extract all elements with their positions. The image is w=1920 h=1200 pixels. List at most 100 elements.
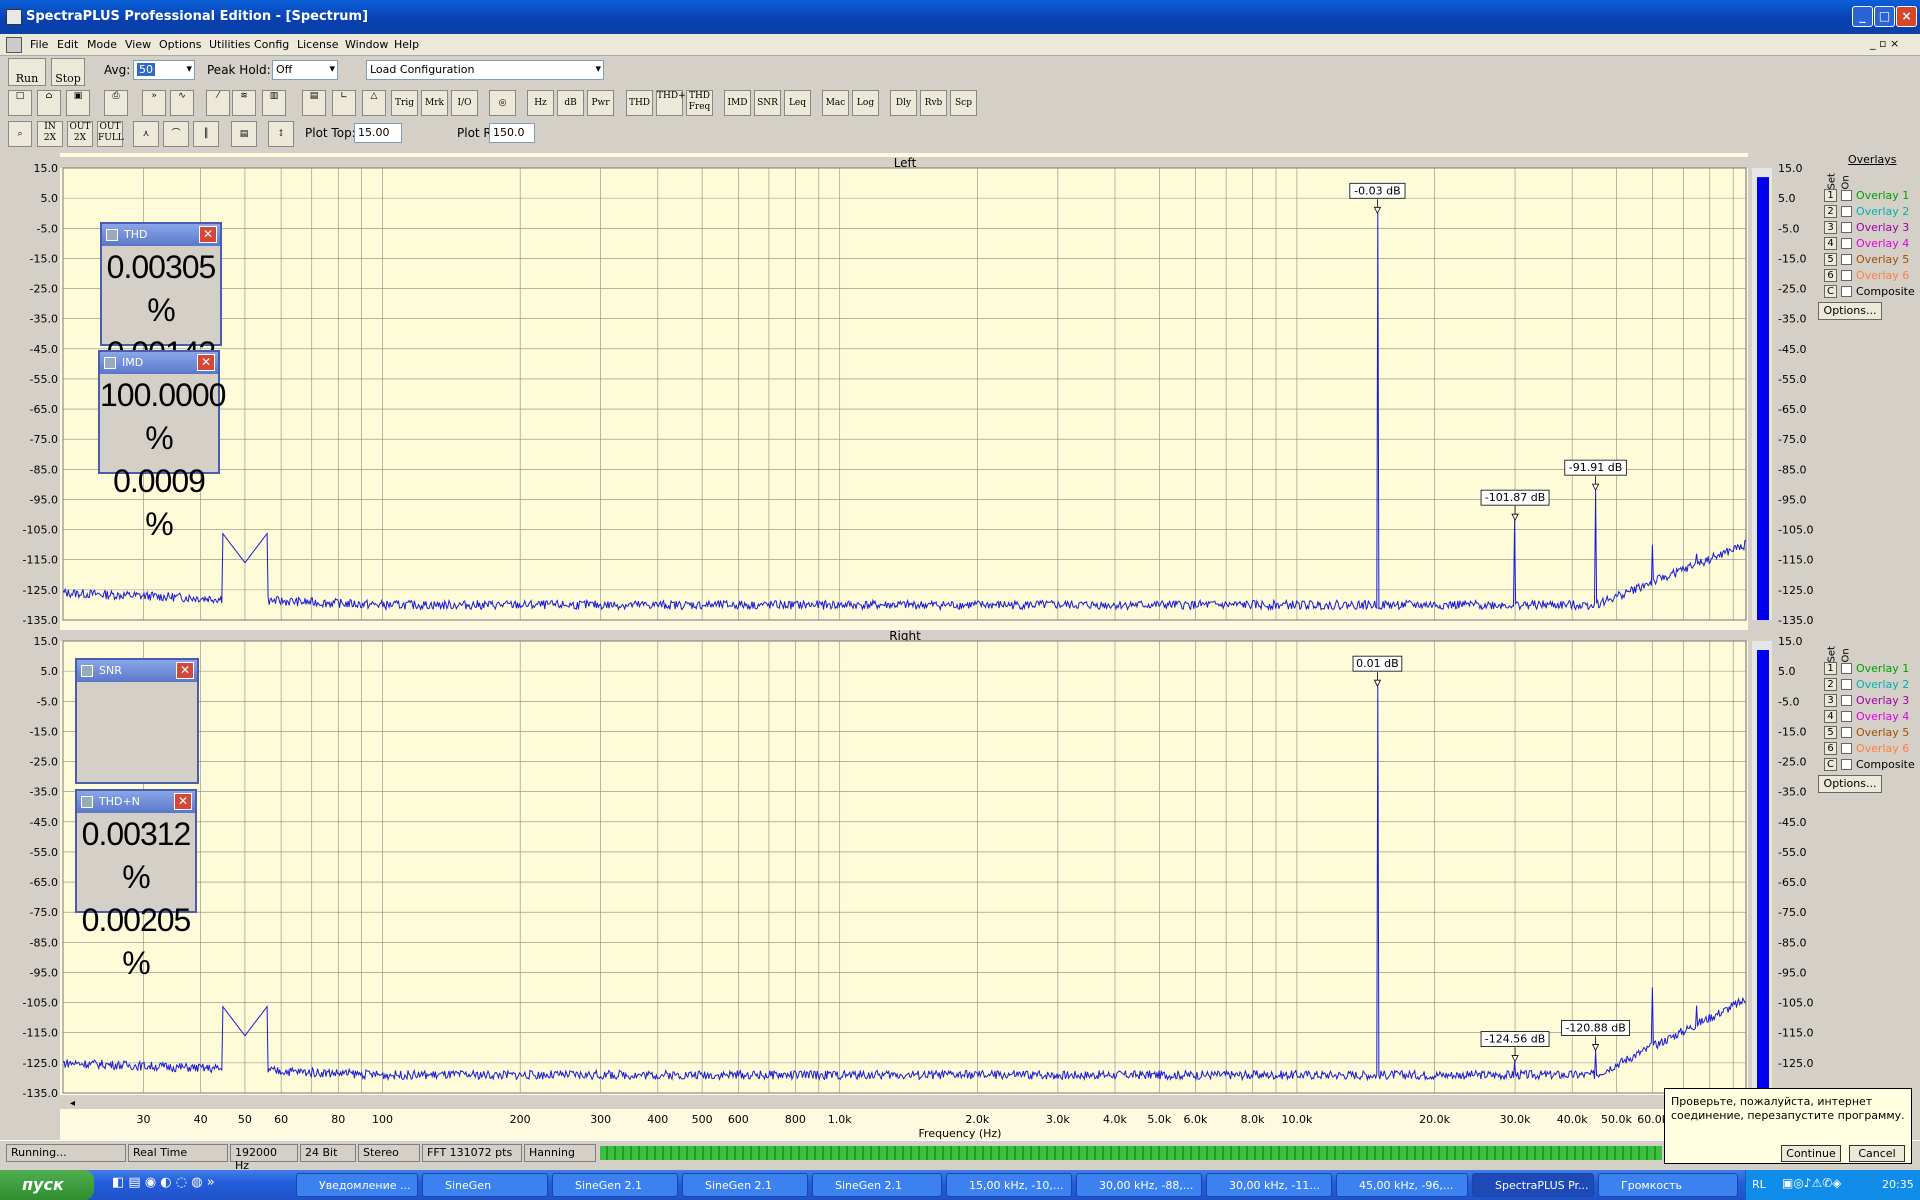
overlay-checkbox[interactable]	[1841, 238, 1852, 249]
log-button[interactable]: Log	[852, 90, 879, 116]
forward-icon[interactable]: »	[142, 90, 166, 116]
overlay-checkbox[interactable]	[1841, 759, 1852, 770]
overlay-set-button[interactable]: C	[1824, 758, 1837, 771]
taskbar-item[interactable]: 30,00 kHz, -11...	[1206, 1173, 1332, 1197]
taskbar-item[interactable]: Уведомление ...	[296, 1173, 418, 1197]
overlay-row[interactable]: 5 Overlay 5	[1824, 253, 1920, 269]
save-icon[interactable]: ▣	[66, 90, 90, 116]
stop-button[interactable]: Stop	[51, 58, 85, 86]
plot-top-input[interactable]: 15.00	[354, 123, 402, 143]
maximize-button[interactable]: □	[1874, 6, 1895, 27]
smooth-icon[interactable]: ⌒	[163, 121, 189, 147]
mac-button[interactable]: Mac	[822, 90, 849, 116]
overlay-row[interactable]: 4 Overlay 4	[1824, 710, 1920, 726]
overlay-set-button[interactable]: 6	[1824, 269, 1837, 282]
overlay-checkbox[interactable]	[1841, 743, 1852, 754]
hz-button[interactable]: Hz	[527, 90, 554, 116]
snr-meter-window[interactable]: SNR ✕	[75, 658, 199, 784]
range-icon[interactable]: ↕	[268, 121, 294, 147]
spectrum-chart[interactable]: Left15.0 15.05.0 5.0-5.0 -5.0-15.0 -15.0-25.…	[0, 153, 1920, 1140]
menu-edit[interactable]: Edit	[57, 38, 78, 51]
db-button[interactable]: dB	[557, 90, 584, 116]
overlay-checkbox[interactable]	[1841, 286, 1852, 297]
avg-select[interactable]: 50 ▾	[133, 60, 195, 80]
start-button[interactable]: пуск	[0, 1170, 94, 1200]
overlay-row[interactable]: C Composite	[1824, 285, 1920, 301]
overlay-row[interactable]: 3 Overlay 3	[1824, 221, 1920, 237]
close-icon[interactable]: ✕	[197, 354, 215, 371]
3d-plot-icon[interactable]: ▥	[262, 90, 286, 116]
close-icon[interactable]: ✕	[199, 226, 217, 243]
overlay-set-button[interactable]: 3	[1824, 221, 1837, 234]
menu-utilities[interactable]: Utilities	[209, 38, 250, 51]
list-icon[interactable]: ▤	[302, 90, 326, 116]
trig-button[interactable]: Trig	[391, 90, 418, 116]
menu-mode[interactable]: Mode	[87, 38, 117, 51]
axes-icon[interactable]: ∟	[332, 90, 356, 116]
taskbar-item[interactable]: SineGen 2.1	[812, 1173, 942, 1197]
overlay-row[interactable]: 3 Overlay 3	[1824, 694, 1920, 710]
run-button[interactable]: Run	[8, 58, 46, 86]
imd-button[interactable]: IMD	[724, 90, 751, 116]
zoom-out-2x-icon[interactable]: OUT 2X	[67, 121, 93, 147]
overlay-row[interactable]: 2 Overlay 2	[1824, 205, 1920, 221]
open-folder-icon[interactable]: ⌂	[37, 90, 61, 116]
thdn-meter-header[interactable]: THD+N ✕	[77, 791, 195, 813]
overlay-checkbox[interactable]	[1841, 695, 1852, 706]
overlay-set-button[interactable]: 5	[1824, 253, 1837, 266]
thd-freq-button[interactable]: THD Freq	[686, 90, 713, 116]
print-icon[interactable]: ⎙	[104, 90, 128, 116]
overlay-row[interactable]: 6 Overlay 6	[1824, 742, 1920, 758]
taskbar-item[interactable]: 15,00 kHz, -10,...	[946, 1173, 1072, 1197]
overlay-set-button[interactable]: C	[1824, 285, 1837, 298]
language-indicator[interactable]: RL	[1752, 1178, 1766, 1191]
thdn-button[interactable]: THD+N	[656, 90, 693, 116]
io-button[interactable]: I/O	[451, 90, 478, 116]
generator-icon[interactable]: ◎	[489, 90, 516, 116]
pwr-button[interactable]: Pwr	[587, 90, 614, 116]
zoom-icon[interactable]: ⌕	[8, 121, 32, 147]
taskbar-item[interactable]: 45,00 kHz, -96,...	[1336, 1173, 1468, 1197]
overlay-set-button[interactable]: 1	[1824, 189, 1837, 202]
thdn-meter-window[interactable]: THD+N ✕ 0.00312 % 0.00205 %	[75, 789, 197, 981]
leq-button[interactable]: Leq	[784, 90, 811, 116]
overlay-checkbox[interactable]	[1841, 254, 1852, 265]
thd-button[interactable]: THD	[626, 90, 653, 116]
taskbar-item[interactable]: Громкость	[1598, 1173, 1738, 1197]
peak-hold-select[interactable]: Off ▾	[272, 60, 338, 80]
tray-icons[interactable]: ▣◎♪⚠✆◈	[1782, 1176, 1842, 1190]
overlay-checkbox[interactable]	[1841, 679, 1852, 690]
overlay-checkbox[interactable]	[1841, 190, 1852, 201]
overlay-set-button[interactable]: 6	[1824, 742, 1837, 755]
snr-button[interactable]: SNR	[754, 90, 781, 116]
options-button-left[interactable]: Options...	[1818, 302, 1882, 320]
scp-button[interactable]: Scp	[950, 90, 977, 116]
new-file-icon[interactable]: □	[8, 90, 32, 116]
continue-button[interactable]: Continue	[1781, 1145, 1841, 1162]
menu-config[interactable]: Config	[254, 38, 289, 51]
overlay-row[interactable]: 1 Overlay 1	[1824, 662, 1920, 678]
spectrum-icon[interactable]: ∿	[170, 90, 194, 116]
close-icon[interactable]: ✕	[176, 662, 194, 679]
overlay-row[interactable]: C Composite	[1824, 758, 1920, 774]
minimize-button[interactable]: _	[1852, 6, 1873, 27]
menu-view[interactable]: View	[125, 38, 151, 51]
overlay-checkbox[interactable]	[1841, 727, 1852, 738]
zoom-out-full-icon[interactable]: OUT FULL	[97, 121, 124, 147]
overlay-row[interactable]: 5 Overlay 5	[1824, 726, 1920, 742]
imd-meter-window[interactable]: IMD ✕ 100.0000 % 0.0009 %	[98, 350, 226, 542]
options-button-right[interactable]: Options...	[1818, 775, 1882, 793]
overlay-checkbox[interactable]	[1841, 206, 1852, 217]
thd-meter-window[interactable]: THD✕ 0.00305 % 0.00143 %	[100, 222, 222, 414]
mrk-button[interactable]: Mrk	[421, 90, 448, 116]
menu-help[interactable]: Help	[394, 38, 419, 51]
cursor-icon[interactable]: △	[362, 90, 386, 116]
overlay-row[interactable]: 6 Overlay 6	[1824, 269, 1920, 285]
peak-icon[interactable]: ⋏	[133, 121, 159, 147]
close-icon[interactable]: ✕	[174, 793, 192, 810]
taskbar-item[interactable]: SpectraPLUS Pr...	[1472, 1173, 1594, 1197]
snr-meter-header[interactable]: SNR ✕	[77, 660, 197, 682]
overlay-checkbox[interactable]	[1841, 711, 1852, 722]
taskbar-item[interactable]: 30,00 kHz, -88,...	[1076, 1173, 1202, 1197]
plot-range-input[interactable]: 150.0	[489, 123, 535, 143]
